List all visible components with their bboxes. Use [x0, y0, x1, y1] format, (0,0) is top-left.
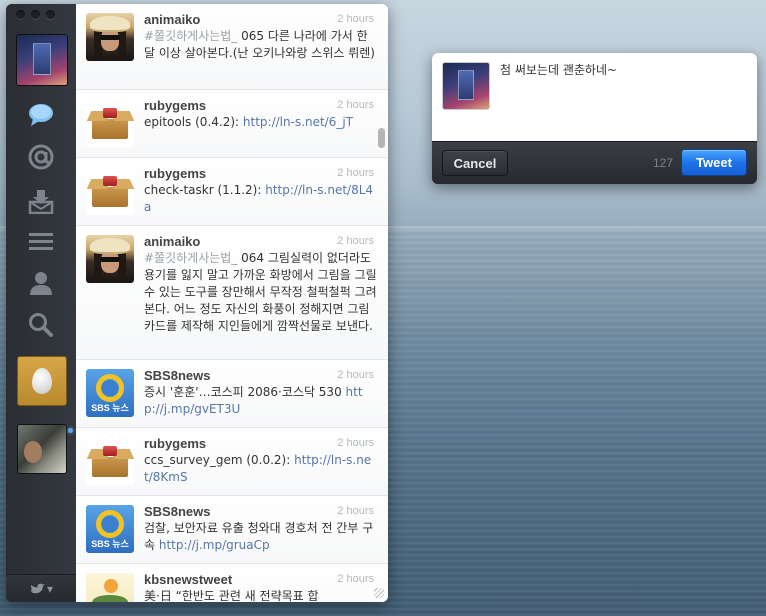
tweet-text: #쫄깃하게사는법_ 064 그림실력이 없더라도 용기를 잃지 말고 가까운 화… [144, 250, 378, 335]
tweet-item[interactable]: SBS 뉴스 SBS8news 2 hours 증시 '훈훈'…코스피 2086… [76, 360, 388, 428]
user-avatar[interactable] [86, 99, 134, 147]
tweet-link[interactable]: http://j.mp/gruaCp [159, 538, 270, 552]
mentions-icon[interactable] [26, 142, 56, 172]
zoom-window-button[interactable] [46, 10, 55, 19]
twitter-main-window: ▾ animaiko 2 hours #쫄깃하게사는법_ 065 다른 나라에 … [6, 4, 388, 602]
window-controls [16, 10, 55, 19]
tweet-time: 2 hours [337, 505, 374, 517]
minimize-window-button[interactable] [31, 10, 40, 19]
tweet-body: 증시 '훈훈'…코스피 2086·코스닥 530 [144, 385, 346, 399]
profile-icon[interactable] [26, 268, 56, 298]
tweet-text: 검찰, 보안자료 유출 청와대 경호처 전 간부 구속 http://j.mp/… [144, 520, 378, 554]
sidebar: ▾ [6, 4, 76, 602]
search-icon[interactable] [26, 310, 56, 340]
user-avatar[interactable] [86, 167, 134, 215]
tweet-body: 美·日 “한반도 관련 새 전략목표 합 [144, 589, 319, 602]
timeline-icon[interactable] [26, 100, 56, 130]
user-avatar[interactable] [86, 13, 134, 61]
user-avatar[interactable] [86, 573, 134, 602]
user-avatar[interactable]: SBS 뉴스 [86, 505, 134, 553]
bird-icon [29, 583, 45, 593]
messages-icon[interactable] [26, 186, 56, 216]
chevron-down-icon: ▾ [46, 581, 54, 596]
timeline[interactable]: animaiko 2 hours #쫄깃하게사는법_ 065 다른 나라에 가서… [76, 4, 388, 602]
resize-grip[interactable] [374, 588, 384, 598]
sbs-logo-label: SBS 뉴스 [91, 539, 129, 549]
tweet-button[interactable]: Tweet [681, 149, 747, 176]
tweet-text: #쫄깃하게사는법_ 065 다른 나라에 가서 한달 이상 살아본다.(난 오키… [144, 28, 378, 62]
user-avatar[interactable] [86, 437, 134, 485]
account-avatar[interactable] [16, 34, 68, 86]
account-egg-avatar[interactable] [17, 356, 67, 406]
tweet-item[interactable]: kbsnewstweet 2 hours 美·日 “한반도 관련 새 전략목표 … [76, 564, 388, 602]
compose-toolbar: Cancel 127 Tweet [432, 141, 757, 184]
tweet-item[interactable]: SBS 뉴스 SBS8news 2 hours 검찰, 보안자료 유출 청와대 … [76, 496, 388, 564]
tweet-time: 2 hours [337, 167, 374, 179]
tweet-time: 2 hours [337, 437, 374, 449]
tweet-body: check-taskr (1.1.2): [144, 183, 266, 197]
tweet-time: 2 hours [337, 369, 374, 381]
sidebar-compose-menu[interactable]: ▾ [6, 574, 76, 602]
compose-tweet-window: 첨 써보는데 괜춘하네~ Cancel 127 Tweet [432, 53, 757, 184]
tweet-item[interactable]: animaiko 2 hours #쫄깃하게사는법_ 065 다른 나라에 가서… [76, 4, 388, 90]
character-count: 127 [652, 156, 673, 170]
tweet-text: 美·日 “한반도 관련 새 전략목표 합 [144, 588, 378, 602]
tweet-hashtag[interactable]: #쫄깃하게사는법_ [144, 251, 237, 265]
tweet-item[interactable]: rubygems 2 hours check-taskr (1.1.2): ht… [76, 158, 388, 226]
tweet-text: check-taskr (1.1.2): http://ln-s.net/8L4… [144, 182, 378, 216]
tweet-item[interactable]: rubygems 2 hours epitools (0.4.2): http:… [76, 90, 388, 158]
tweet-text: epitools (0.4.2): http://ln-s.net/6_jT [144, 114, 378, 131]
tweet-time: 2 hours [337, 235, 374, 247]
tweet-item[interactable]: animaiko 2 hours #쫄깃하게사는법_ 064 그림실력이 없더라… [76, 226, 388, 360]
tweet-time: 2 hours [337, 573, 374, 585]
account-avatar-image [33, 43, 51, 75]
sbs-logo-label: SBS 뉴스 [91, 403, 129, 413]
compose-avatar [442, 62, 490, 110]
compose-text-input[interactable]: 첨 써보는데 괜춘하네~ [500, 62, 747, 79]
account-photo-avatar[interactable] [17, 424, 67, 474]
tweet-text: 증시 '훈훈'…코스피 2086·코스닥 530 http://j.mp/gvE… [144, 384, 378, 418]
photo-face [24, 441, 42, 463]
tweet-body: ccs_survey_gem (0.0.2): [144, 453, 295, 467]
close-window-button[interactable] [16, 10, 25, 19]
user-avatar[interactable]: SBS 뉴스 [86, 369, 134, 417]
tweet-time: 2 hours [337, 13, 374, 25]
tweet-item[interactable]: rubygems 2 hours ccs_survey_gem (0.0.2):… [76, 428, 388, 496]
compose-body: 첨 써보는데 괜춘하네~ [432, 53, 757, 141]
user-avatar[interactable] [86, 235, 134, 283]
tweet-body: epitools (0.4.2): [144, 115, 243, 129]
tweet-link[interactable]: http://ln-s.net/6_jT [243, 115, 353, 129]
tweet-time: 2 hours [337, 99, 374, 111]
lists-icon[interactable] [26, 226, 56, 256]
tweet-hashtag[interactable]: #쫄깃하게사는법_ [144, 29, 237, 43]
egg-icon [32, 368, 52, 394]
cancel-button[interactable]: Cancel [442, 150, 508, 176]
unread-indicator [68, 428, 73, 433]
tweet-text: ccs_survey_gem (0.0.2): http://ln-s.net/… [144, 452, 378, 486]
timeline-scrollbar[interactable] [378, 128, 385, 148]
